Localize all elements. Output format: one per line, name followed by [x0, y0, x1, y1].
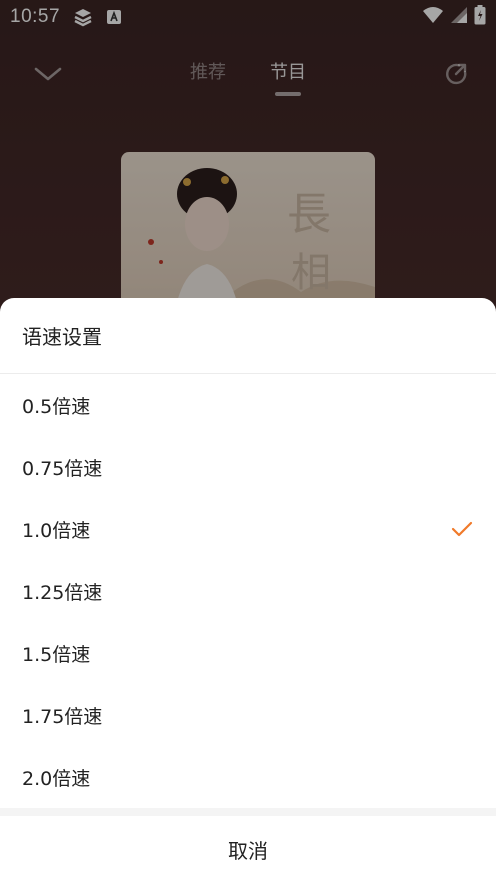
speed-option-label: 1.75倍速 [22, 705, 103, 728]
speed-option-selected[interactable]: 1.0倍速 [0, 498, 496, 560]
player-screen: 10:57 推荐 节目 長 相 语速设置 0.5倍速 0.75倍速 1.0倍速 … [0, 0, 496, 883]
speed-option[interactable]: 0.5倍速 [0, 374, 496, 436]
speed-option-label: 2.0倍速 [22, 767, 91, 790]
speed-option-label: 1.0倍速 [22, 519, 91, 542]
speed-bottom-sheet: 语速设置 0.5倍速 0.75倍速 1.0倍速 1.25倍速 1.5倍速 1.7… [0, 298, 496, 883]
sheet-divider [0, 808, 496, 816]
speed-option[interactable]: 1.5倍速 [0, 622, 496, 684]
speed-option[interactable]: 0.75倍速 [0, 436, 496, 498]
speed-option-label: 0.5倍速 [22, 395, 91, 418]
speed-option[interactable]: 1.25倍速 [0, 560, 496, 622]
speed-option-label: 1.5倍速 [22, 643, 91, 666]
speed-option-label: 1.25倍速 [22, 581, 103, 604]
checkmark-icon [450, 517, 474, 541]
speed-option-label: 0.75倍速 [22, 457, 103, 480]
speed-option[interactable]: 2.0倍速 [0, 746, 496, 808]
sheet-title: 语速设置 [0, 298, 496, 374]
cancel-button[interactable]: 取消 [0, 816, 496, 882]
speed-option[interactable]: 1.75倍速 [0, 684, 496, 746]
speed-options-list: 0.5倍速 0.75倍速 1.0倍速 1.25倍速 1.5倍速 1.75倍速 2… [0, 374, 496, 808]
